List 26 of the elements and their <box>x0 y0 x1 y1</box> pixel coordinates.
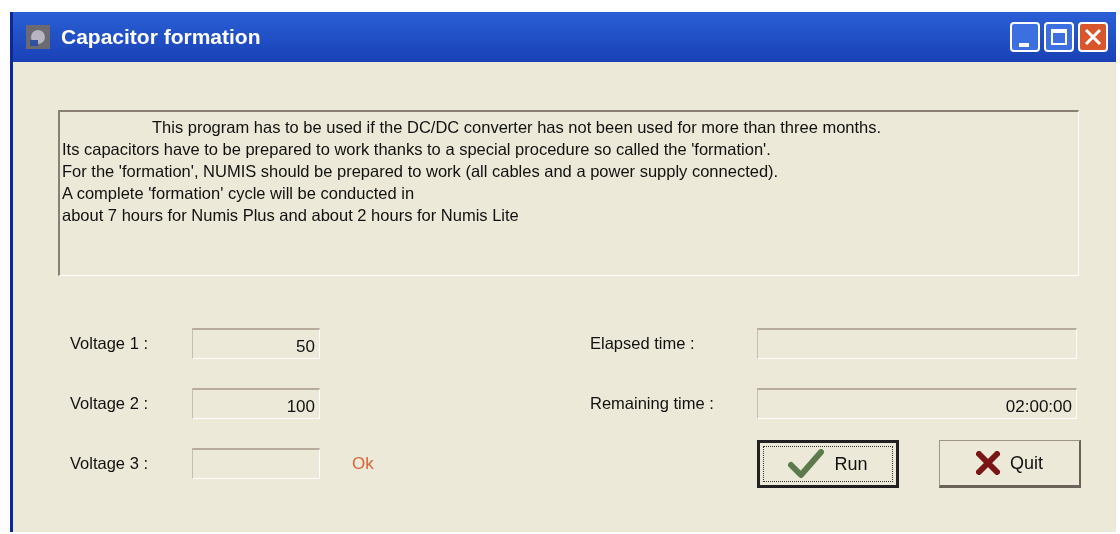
app-icon <box>25 24 51 50</box>
description-line: Its capacitors have to be prepared to work thanks to a special procedure so called the 'formation'. <box>62 139 772 160</box>
description-line: This program has to be used if the DC/DC converter has not been used for more than three months. <box>151 117 883 138</box>
status-text: Ok <box>352 452 374 475</box>
voltage-label: Voltage 1 : <box>70 333 149 355</box>
voltage-field[interactable]: 50 <box>192 328 320 359</box>
voltage-field[interactable]: 100 <box>192 388 320 419</box>
voltage-label: Voltage 3 : <box>70 453 149 475</box>
voltage-label: Voltage 2 : <box>70 393 149 415</box>
maximize-button[interactable] <box>1044 22 1074 52</box>
description-line: For the 'formation', NUMIS should be prepared to work (all cables and a power supply connected). <box>62 161 780 182</box>
time-label: Remaining time : <box>590 393 715 415</box>
check-icon <box>788 449 825 479</box>
time-label: Elapsed time : <box>590 333 696 355</box>
cross-icon <box>976 451 1000 475</box>
action-button[interactable]: Quit <box>939 440 1081 488</box>
minimize-button[interactable] <box>1010 22 1040 52</box>
time-field[interactable]: 02:00:00 <box>757 388 1077 419</box>
window-title: Capacitor formation <box>61 24 261 51</box>
close-button[interactable] <box>1078 22 1108 52</box>
time-field[interactable] <box>757 328 1077 359</box>
description-line: A complete 'formation' cycle will be conducted in <box>62 183 416 204</box>
description-line: about 7 hours for Numis Plus and about 2 hours for Numis Lite <box>62 205 520 226</box>
minimize-icon <box>1019 43 1029 47</box>
action-button[interactable]: Run <box>757 440 899 488</box>
voltage-field[interactable] <box>192 448 320 479</box>
